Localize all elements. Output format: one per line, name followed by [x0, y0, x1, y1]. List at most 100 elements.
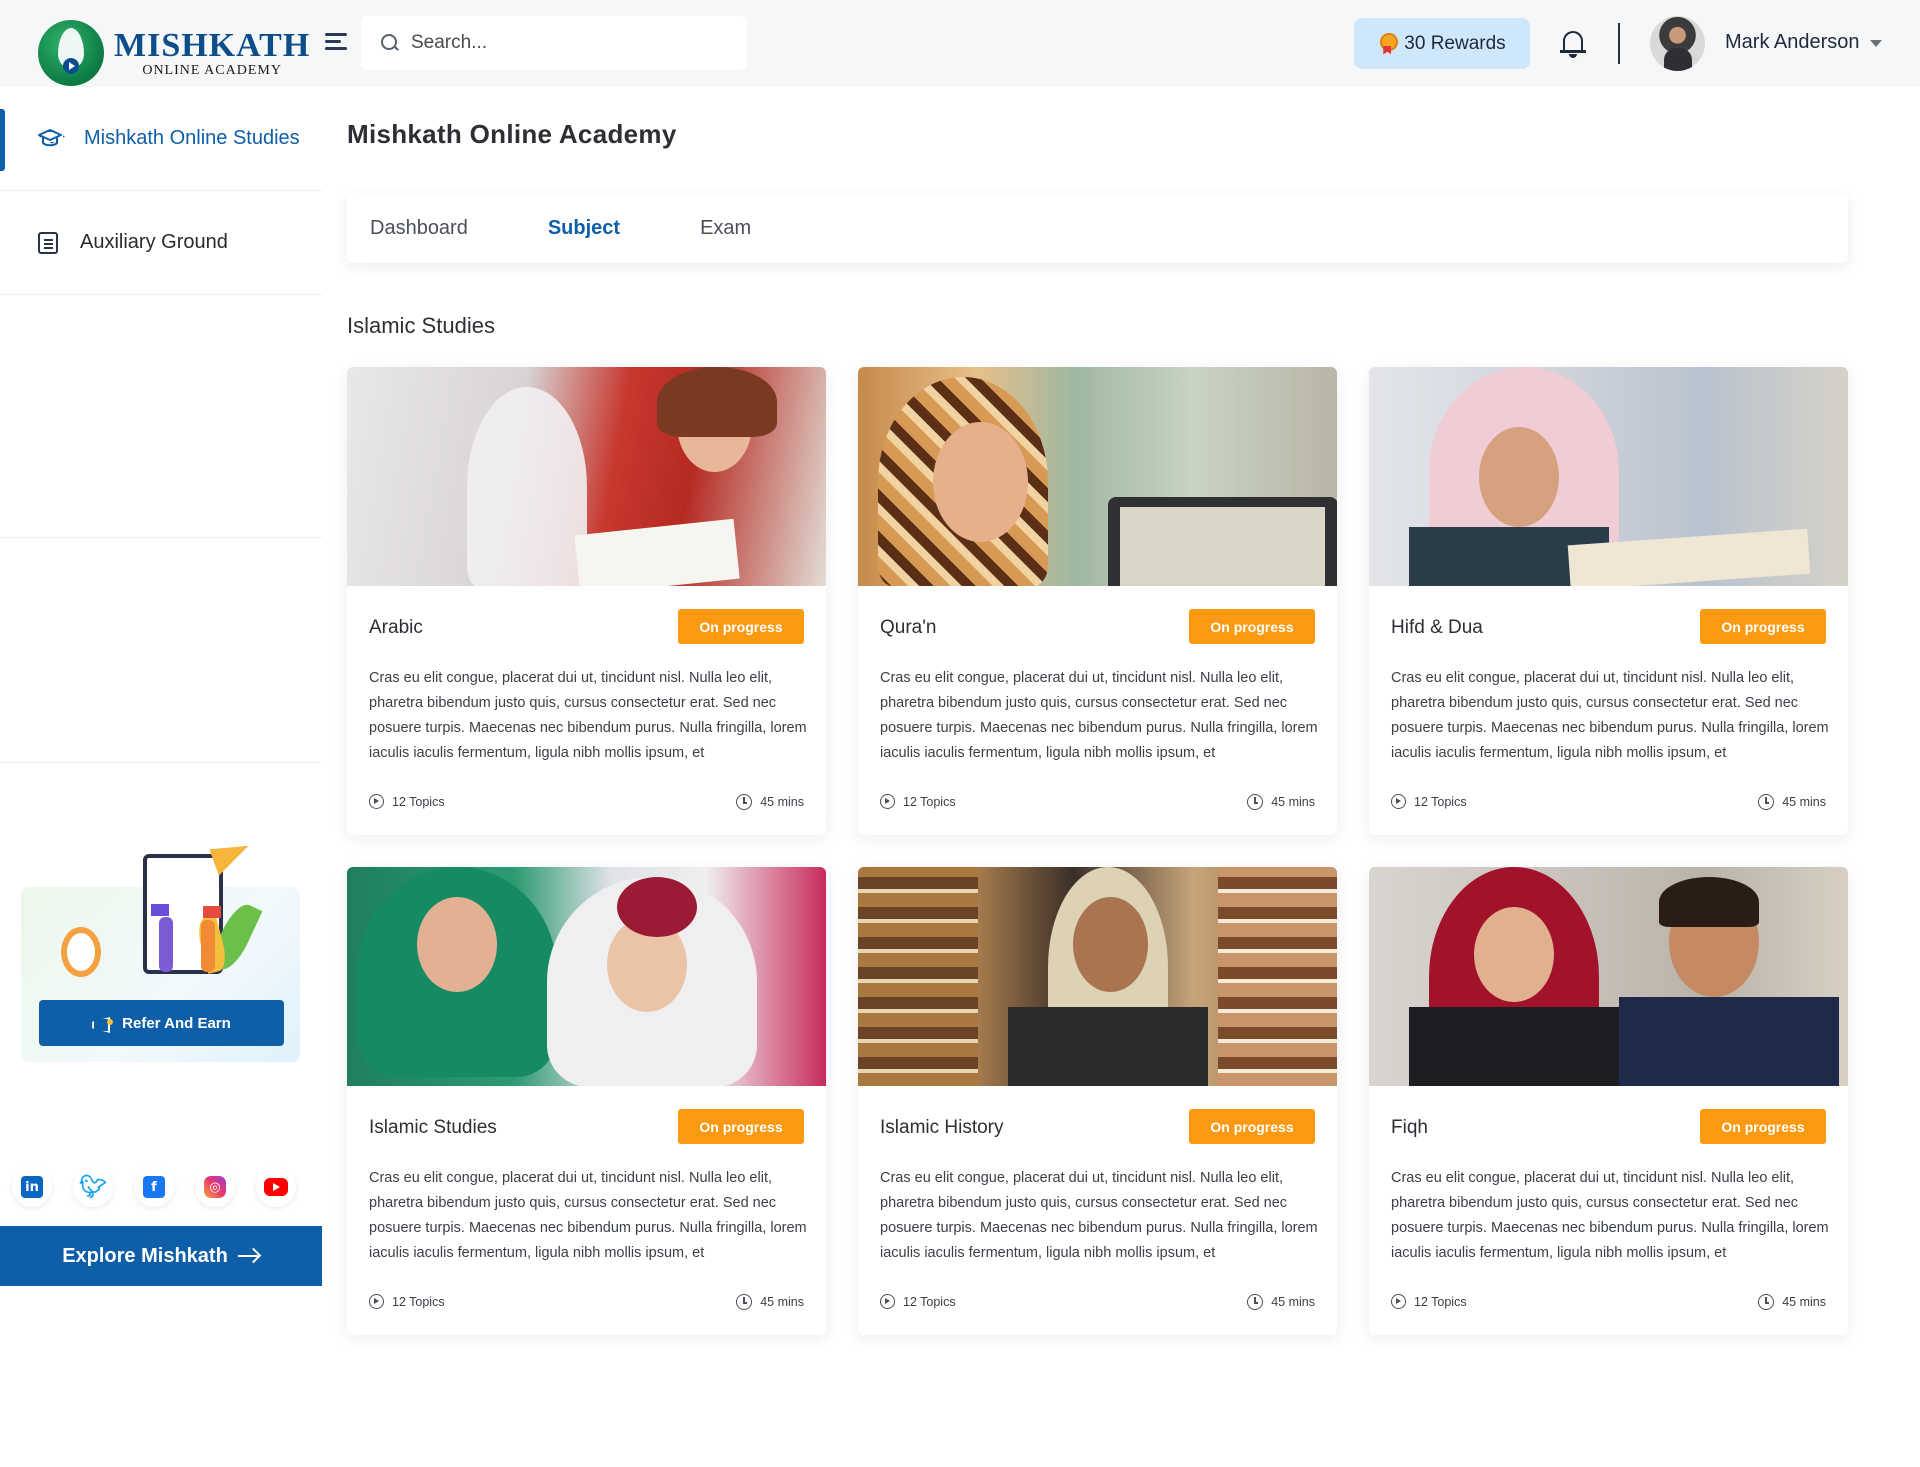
topics-count: 12 Topics	[880, 1294, 956, 1309]
refer-card: Refer And Earn	[21, 836, 300, 1062]
sidebar-divider	[0, 762, 322, 763]
linkedin-icon[interactable]: in	[12, 1167, 52, 1207]
play-circle-icon	[1391, 1294, 1406, 1309]
instagram-icon[interactable]: ◎	[195, 1167, 235, 1207]
card-image	[347, 367, 826, 586]
duration-label: 45 mins	[760, 795, 804, 809]
status-badge: On progress	[678, 1109, 804, 1144]
rewards-button[interactable]: 30 Rewards	[1354, 18, 1530, 69]
topics-label: 12 Topics	[903, 1294, 956, 1309]
card-image	[858, 367, 1337, 586]
status-badge: On progress	[1700, 1109, 1826, 1144]
clock-icon	[736, 794, 753, 810]
clock-icon	[1247, 794, 1264, 810]
play-circle-icon	[369, 1294, 384, 1309]
duration-label: 45 mins	[1271, 795, 1315, 809]
topics-label: 12 Topics	[1414, 1294, 1467, 1309]
subject-card-islamic-studies[interactable]: Islamic Studies On progress Cras eu elit…	[347, 867, 826, 1335]
medal-icon	[1378, 32, 1399, 55]
clock-icon	[1758, 1294, 1775, 1310]
card-image	[1369, 367, 1848, 586]
search-input[interactable]	[411, 32, 731, 54]
duration-label: 45 mins	[1782, 1295, 1826, 1309]
play-circle-icon	[1391, 794, 1406, 809]
clock-icon	[1758, 794, 1775, 810]
status-badge: On progress	[1189, 609, 1315, 644]
card-image	[858, 867, 1337, 1086]
card-description: Cras eu elit congue, placerat dui ut, ti…	[880, 1170, 1318, 1261]
card-title: Qura'n	[880, 617, 937, 638]
card-image	[1369, 867, 1848, 1086]
card-title: Fiqh	[1391, 1117, 1428, 1138]
topics-label: 12 Topics	[392, 794, 445, 809]
search-icon	[381, 34, 399, 52]
topics-label: 12 Topics	[903, 794, 956, 809]
youtube-icon[interactable]	[256, 1167, 296, 1207]
caret-down-icon[interactable]	[1870, 40, 1882, 47]
topics-label: 12 Topics	[1414, 794, 1467, 809]
duration-label: 45 mins	[760, 1295, 804, 1309]
play-circle-icon	[880, 1294, 895, 1309]
card-description: Cras eu elit congue, placerat dui ut, ti…	[369, 670, 807, 761]
hamburger-menu-icon[interactable]	[325, 33, 349, 53]
sidebar-item-label: Mishkath Online Studies	[84, 127, 300, 149]
duration: 45 mins	[1758, 1294, 1826, 1310]
duration: 45 mins	[736, 794, 804, 810]
topics-label: 12 Topics	[392, 1294, 445, 1309]
duration: 45 mins	[1247, 794, 1315, 810]
sidebar-item-label: Auxiliary Ground	[80, 231, 228, 253]
card-title: Islamic History	[880, 1117, 1004, 1138]
clock-icon	[1247, 1294, 1264, 1310]
tab-bar: Dashboard Subject Exam	[347, 193, 1848, 263]
brand-logo[interactable]: MISHKATH ONLINE ACADEMY	[38, 20, 310, 86]
megaphone-icon	[92, 1016, 114, 1030]
subject-card-quran[interactable]: Qura'n On progress Cras eu elit congue, …	[858, 367, 1337, 835]
tab-subject[interactable]: Subject	[548, 217, 620, 240]
card-title: Islamic Studies	[369, 1117, 497, 1138]
card-title: Arabic	[369, 617, 423, 638]
main-content: Mishkath Online Academy Dashboard Subjec…	[322, 87, 1920, 1467]
status-badge: On progress	[1700, 609, 1826, 644]
sidebar: Mishkath Online Studies Auxiliary Ground…	[0, 87, 322, 1467]
subject-card-arabic[interactable]: Arabic On progress Cras eu elit congue, …	[347, 367, 826, 835]
card-description: Cras eu elit congue, placerat dui ut, ti…	[369, 1170, 807, 1261]
notification-bell-icon[interactable]	[1560, 29, 1586, 59]
logo-mark-icon	[38, 20, 104, 86]
explore-mishkath-button[interactable]: Explore Mishkath	[0, 1226, 322, 1286]
brand-subtitle: ONLINE ACADEMY	[142, 62, 282, 78]
tab-exam[interactable]: Exam	[700, 217, 751, 240]
avatar[interactable]	[1650, 16, 1705, 71]
refer-label: Refer And Earn	[122, 1014, 231, 1032]
topics-count: 12 Topics	[369, 794, 445, 809]
sidebar-item-auxiliary-ground[interactable]: Auxiliary Ground	[0, 191, 322, 295]
subject-card-fiqh[interactable]: Fiqh On progress Cras eu elit congue, pl…	[1369, 867, 1848, 1335]
status-badge: On progress	[1189, 1109, 1315, 1144]
tab-dashboard[interactable]: Dashboard	[370, 217, 468, 240]
facebook-icon[interactable]: f	[134, 1167, 174, 1207]
section-title: Islamic Studies	[347, 313, 495, 338]
refer-and-earn-button[interactable]: Refer And Earn	[39, 1000, 284, 1046]
duration: 45 mins	[1758, 794, 1826, 810]
subject-card-islamic-history[interactable]: Islamic History On progress Cras eu elit…	[858, 867, 1337, 1335]
card-description: Cras eu elit congue, placerat dui ut, ti…	[1391, 670, 1829, 761]
subject-card-hifd-dua[interactable]: Hifd & Dua On progress Cras eu elit cong…	[1369, 367, 1848, 835]
play-circle-icon	[369, 794, 384, 809]
clock-icon	[736, 1294, 753, 1310]
brand-title: MISHKATH	[114, 26, 311, 64]
page-title: Mishkath Online Academy	[347, 119, 677, 149]
rewards-label: 30 Rewards	[1404, 32, 1506, 54]
card-title: Hifd & Dua	[1391, 617, 1483, 638]
refer-illustration	[61, 836, 263, 1002]
topics-count: 12 Topics	[369, 1294, 445, 1309]
user-name[interactable]: Mark Anderson	[1725, 31, 1860, 54]
twitter-icon[interactable]: 🐦︎	[73, 1167, 113, 1207]
graduation-cap-icon	[38, 128, 62, 150]
topics-count: 12 Topics	[880, 794, 956, 809]
play-circle-icon	[880, 794, 895, 809]
sidebar-divider	[0, 537, 322, 538]
duration-label: 45 mins	[1782, 795, 1826, 809]
document-icon	[38, 231, 58, 254]
sidebar-item-online-studies[interactable]: Mishkath Online Studies	[0, 87, 322, 191]
card-image	[347, 867, 826, 1086]
social-links: in 🐦︎ f ◎	[12, 1167, 296, 1207]
